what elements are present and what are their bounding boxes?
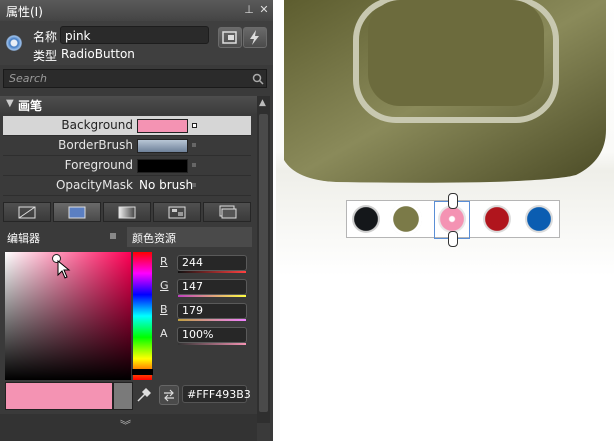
current-color-swatch — [5, 382, 113, 410]
channel-label: A — [160, 327, 168, 340]
design-canvas[interactable] — [276, 0, 614, 441]
property-label: Background — [61, 118, 133, 132]
property-row-background[interactable]: Background — [3, 116, 251, 136]
search-placeholder: Search — [9, 72, 48, 85]
red-gradient-bar — [178, 271, 246, 273]
tab-editor-label: 编辑器 — [7, 232, 40, 245]
property-label: OpacityMask — [55, 178, 133, 192]
red-value-field[interactable]: 244 — [177, 255, 247, 271]
advanced-options-icon[interactable] — [192, 123, 197, 128]
search-box[interactable]: Search — [3, 69, 267, 88]
search-icon — [252, 73, 264, 85]
name-field[interactable]: pink — [60, 26, 209, 44]
tile-brush-tab[interactable] — [153, 202, 201, 222]
pin-icon[interactable]: ⊥ — [242, 3, 256, 17]
radio-blue[interactable] — [525, 205, 553, 233]
brush-section-title: 画笔 — [18, 99, 43, 113]
properties-view-button[interactable] — [218, 27, 242, 48]
radio-olive[interactable] — [390, 203, 422, 235]
tab-color-resources-label: 颜色资源 — [132, 232, 176, 245]
channel-label: G — [160, 279, 169, 292]
name-label: 名称 — [33, 30, 58, 44]
radiobutton-type-icon — [6, 35, 22, 51]
radio-black[interactable] — [352, 205, 380, 233]
events-view-button[interactable] — [243, 27, 267, 48]
toggle-format-button[interactable] — [159, 385, 179, 405]
scroll-up-icon[interactable]: ▲ — [259, 98, 266, 108]
close-icon[interactable]: ✕ — [257, 3, 271, 17]
properties-panel: 属性(I) ⊥ ✕ 名称 pink 类型 RadioButton Search … — [0, 0, 273, 441]
tab-dock-icon[interactable] — [110, 233, 116, 239]
advanced-options-icon[interactable] — [192, 163, 196, 167]
panel-title-bar: 属性(I) ⊥ ✕ — [0, 0, 273, 22]
channel-label: B — [160, 303, 168, 316]
hex-color-field[interactable]: #FFF493B3 — [182, 385, 251, 403]
property-label: BorderBrush — [58, 138, 133, 152]
saturation-brightness-picker[interactable] — [5, 252, 131, 380]
brush-type-tabs — [3, 202, 252, 223]
resize-handle-bottom[interactable] — [448, 231, 458, 247]
collapse-icon[interactable]: ▼ — [6, 98, 14, 109]
property-label: Foreground — [64, 158, 133, 172]
advanced-options-icon[interactable] — [192, 183, 196, 187]
brush-section-header[interactable]: ▼ 画笔 — [0, 96, 257, 114]
eyedropper-icon[interactable] — [135, 386, 151, 404]
editor-tabs: 编辑器 颜色资源 — [3, 227, 252, 247]
property-row-foreground[interactable]: Foreground — [3, 156, 251, 176]
hue-slider[interactable] — [132, 252, 153, 380]
brush-resources-tab[interactable] — [203, 202, 251, 222]
expand-more-icon[interactable]: ︾ — [120, 417, 131, 433]
solid-color-tab[interactable] — [53, 202, 101, 222]
tab-color-resources[interactable]: 颜色资源 — [127, 227, 252, 247]
foreground-swatch[interactable] — [137, 159, 188, 173]
previous-color-swatch[interactable] — [113, 382, 133, 410]
gradient-tab[interactable] — [103, 202, 151, 222]
opacitymask-value: No brush — [139, 178, 194, 192]
borderbrush-swatch[interactable] — [137, 139, 188, 153]
blue-value-field[interactable]: 179 — [177, 303, 247, 319]
type-label: 类型 — [33, 49, 58, 63]
tab-editor[interactable]: 编辑器 — [3, 227, 125, 247]
hue-slider-handle[interactable] — [132, 369, 153, 375]
radio-red[interactable] — [483, 205, 511, 233]
property-row-borderbrush[interactable]: BorderBrush — [3, 136, 251, 156]
advanced-options-icon[interactable] — [192, 143, 196, 147]
panel-scrollbar[interactable]: ▲ — [257, 96, 270, 423]
property-row-opacitymask[interactable]: OpacityMask No brush — [3, 176, 251, 196]
swap-icon — [164, 389, 174, 402]
background-swatch[interactable] — [137, 119, 188, 133]
panel-footer: ︾ — [0, 414, 257, 441]
green-value-field[interactable]: 147 — [177, 279, 247, 295]
type-value: RadioButton — [61, 47, 135, 61]
no-brush-tab[interactable] — [3, 202, 51, 222]
panel-title: 属性(I) — [6, 5, 43, 19]
channel-label: R — [160, 255, 168, 268]
mouse-cursor-icon — [57, 260, 71, 279]
alpha-value-field[interactable]: 100% — [177, 327, 247, 343]
resize-handle-top[interactable] — [448, 193, 458, 209]
green-gradient-bar — [178, 295, 246, 297]
blue-gradient-bar — [178, 319, 246, 321]
scroll-thumb[interactable] — [259, 114, 268, 412]
alpha-gradient-bar — [178, 343, 246, 345]
